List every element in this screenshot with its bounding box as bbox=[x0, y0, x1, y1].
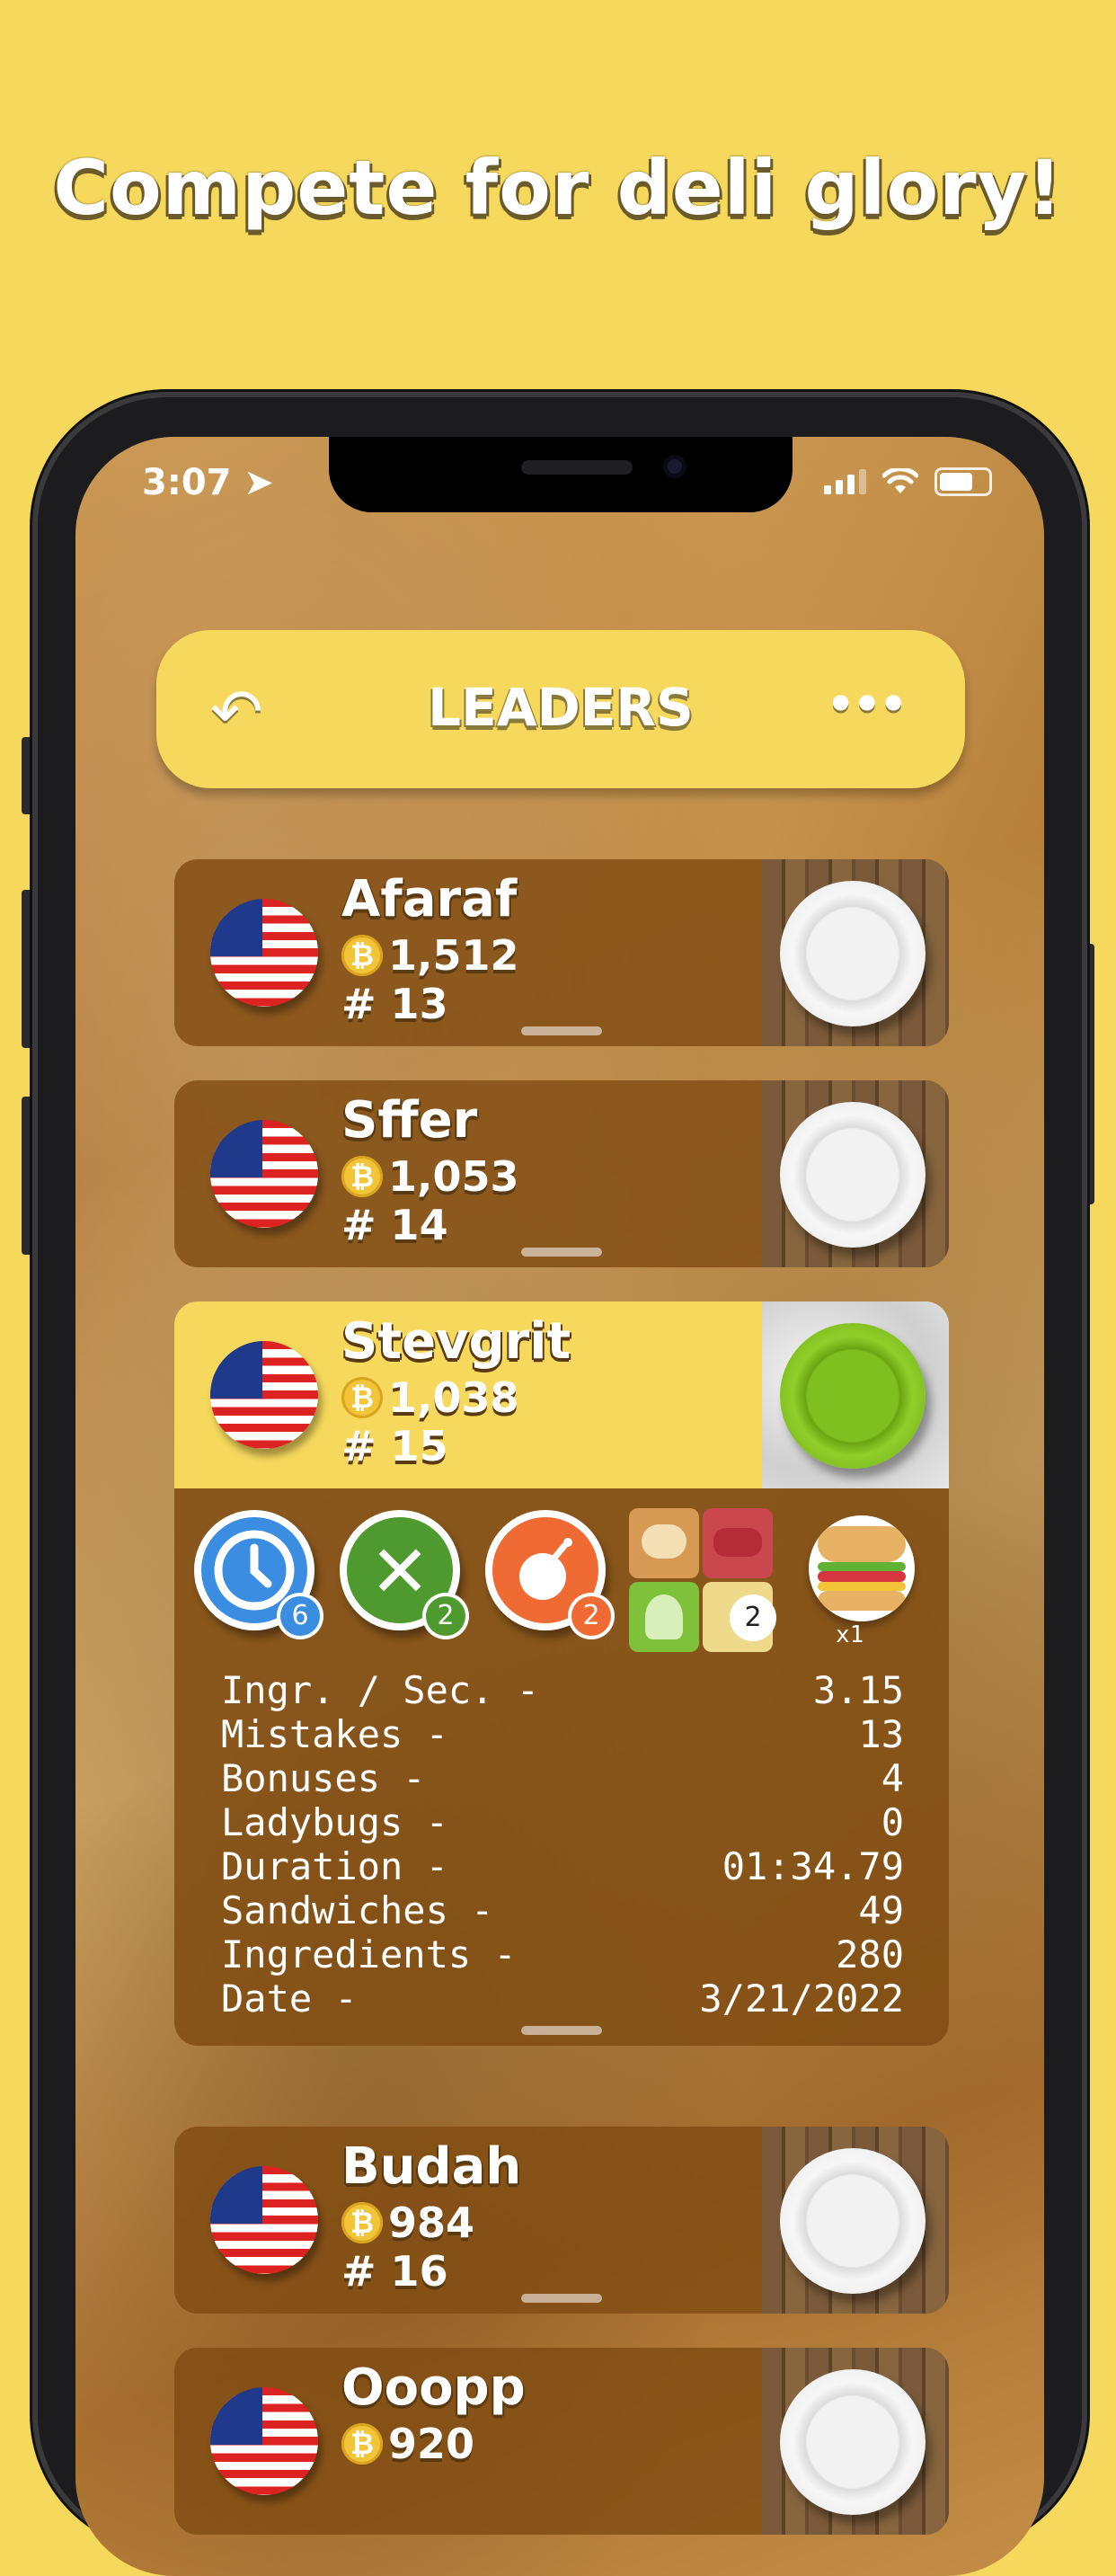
plate-background bbox=[762, 2348, 949, 2535]
lettuce-icon bbox=[629, 1582, 699, 1652]
volume-up-button bbox=[22, 890, 32, 1048]
silent-switch bbox=[22, 737, 32, 814]
volume-down-button bbox=[22, 1097, 32, 1255]
expand-handle[interactable] bbox=[521, 1026, 602, 1035]
wifi-icon bbox=[882, 468, 918, 493]
plate-icon bbox=[780, 1102, 926, 1248]
stat-row: Bonuses -4 bbox=[221, 1756, 904, 1800]
player-rank: # 14 bbox=[341, 1201, 448, 1249]
time-badge: 6 bbox=[194, 1510, 323, 1639]
ingredient-tiles: 2 bbox=[629, 1508, 776, 1654]
plate-icon bbox=[780, 881, 926, 1026]
device-notch bbox=[329, 437, 793, 512]
us-flag-icon bbox=[210, 2387, 318, 2495]
player-rank: # 13 bbox=[341, 980, 448, 1028]
ingredient-count: 2 bbox=[730, 1594, 776, 1641]
bomb-count: 2 bbox=[568, 1593, 615, 1639]
status-time: 3:07 ➤ bbox=[142, 462, 274, 503]
status-icons bbox=[824, 467, 992, 496]
mistakes-count: 2 bbox=[422, 1593, 469, 1639]
player-name: Budah bbox=[341, 2137, 522, 2196]
leaderboard-row[interactable]: Afaraf ₿ 1,512 # 13 bbox=[174, 859, 949, 1046]
player-coins: ₿ 984 bbox=[341, 2198, 474, 2247]
coin-icon: ₿ bbox=[341, 2423, 383, 2465]
player-rank: # 15 bbox=[341, 1422, 448, 1470]
coin-icon: ₿ bbox=[341, 2202, 383, 2243]
sandwich-multiplier: x1 bbox=[836, 1621, 864, 1648]
time-count: 6 bbox=[277, 1593, 323, 1639]
player-detail-panel: 6 ✕ 2 2 2 x1 Ingr. / Sec. - 3.15 Mistake… bbox=[174, 1488, 949, 2046]
stat-row: Ingredients -280 bbox=[221, 1932, 904, 1976]
player-coins: ₿ 1,512 bbox=[341, 931, 519, 980]
stat-row: Duration -01:34.79 bbox=[221, 1844, 904, 1888]
bomb-badge: 2 bbox=[485, 1510, 615, 1639]
phone-frame: 3:07 ➤ ↶ LEADERS ••• Afaraf ₿ 1,512 # 13… bbox=[32, 392, 1087, 2576]
plate-background bbox=[762, 2127, 949, 2314]
plate-icon bbox=[780, 2148, 926, 2294]
player-name: Stevgrit bbox=[341, 1312, 571, 1371]
app-screen: 3:07 ➤ ↶ LEADERS ••• Afaraf ₿ 1,512 # 13… bbox=[75, 437, 1044, 2576]
player-name: Sffer bbox=[341, 1091, 478, 1150]
coin-icon: ₿ bbox=[341, 935, 383, 976]
stat-row: Ingr. / Sec. -3.15 bbox=[221, 1668, 904, 1712]
leaderboard-row-selected[interactable]: Stevgrit ₿ 1,038 # 15 bbox=[174, 1301, 949, 1488]
leaderboard-row[interactable]: Ooopp ₿ 920 bbox=[174, 2348, 949, 2535]
promo-headline: Compete for deli glory! bbox=[53, 144, 1063, 232]
leaderboard-row[interactable]: Sffer ₿ 1,053 # 14 bbox=[174, 1080, 949, 1267]
us-flag-icon bbox=[210, 1120, 318, 1228]
player-coins: ₿ 920 bbox=[341, 2420, 474, 2468]
plate-background bbox=[762, 859, 949, 1046]
player-coins: ₿ 1,038 bbox=[341, 1373, 519, 1422]
stat-row: Ladybugs -0 bbox=[221, 1800, 904, 1844]
meat-icon bbox=[703, 1508, 773, 1578]
leaderboard-row[interactable]: Budah ₿ 984 # 16 bbox=[174, 2127, 949, 2314]
front-camera bbox=[663, 455, 686, 478]
expand-handle[interactable] bbox=[521, 1248, 602, 1257]
us-flag-icon bbox=[210, 1341, 318, 1449]
mistakes-badge: ✕ 2 bbox=[340, 1510, 469, 1639]
cellular-signal-icon bbox=[824, 469, 866, 494]
coin-icon: ₿ bbox=[341, 1156, 383, 1197]
player-coins: ₿ 1,053 bbox=[341, 1152, 519, 1201]
collapse-handle[interactable] bbox=[521, 2026, 602, 2035]
stat-row: Date -3/21/2022 bbox=[221, 1976, 904, 2021]
player-name: Ooopp bbox=[341, 2358, 526, 2417]
us-flag-icon bbox=[210, 2166, 318, 2274]
player-rank: # 16 bbox=[341, 2247, 448, 2296]
bread-icon bbox=[629, 1508, 699, 1578]
plate-icon bbox=[780, 2369, 926, 2515]
stat-row: Mistakes -13 bbox=[221, 1712, 904, 1756]
stat-row: Sandwiches -49 bbox=[221, 1888, 904, 1932]
speaker-grille bbox=[521, 460, 633, 475]
player-name: Afaraf bbox=[341, 870, 518, 928]
us-flag-icon bbox=[210, 899, 318, 1007]
expand-handle[interactable] bbox=[521, 2294, 602, 2303]
leaders-header: ↶ LEADERS ••• bbox=[156, 630, 965, 788]
stats-list: Ingr. / Sec. -3.15 Mistakes -13 Bonuses … bbox=[221, 1668, 904, 2021]
battery-icon bbox=[934, 467, 992, 496]
plate-background bbox=[762, 1080, 949, 1267]
sandwich-icon bbox=[809, 1515, 915, 1621]
marble-plate-background bbox=[762, 1301, 949, 1488]
cheese-icon: 2 bbox=[703, 1582, 776, 1652]
green-plate-icon bbox=[780, 1323, 926, 1469]
more-options-icon[interactable]: ••• bbox=[825, 673, 909, 736]
coin-icon: ₿ bbox=[341, 1377, 383, 1418]
